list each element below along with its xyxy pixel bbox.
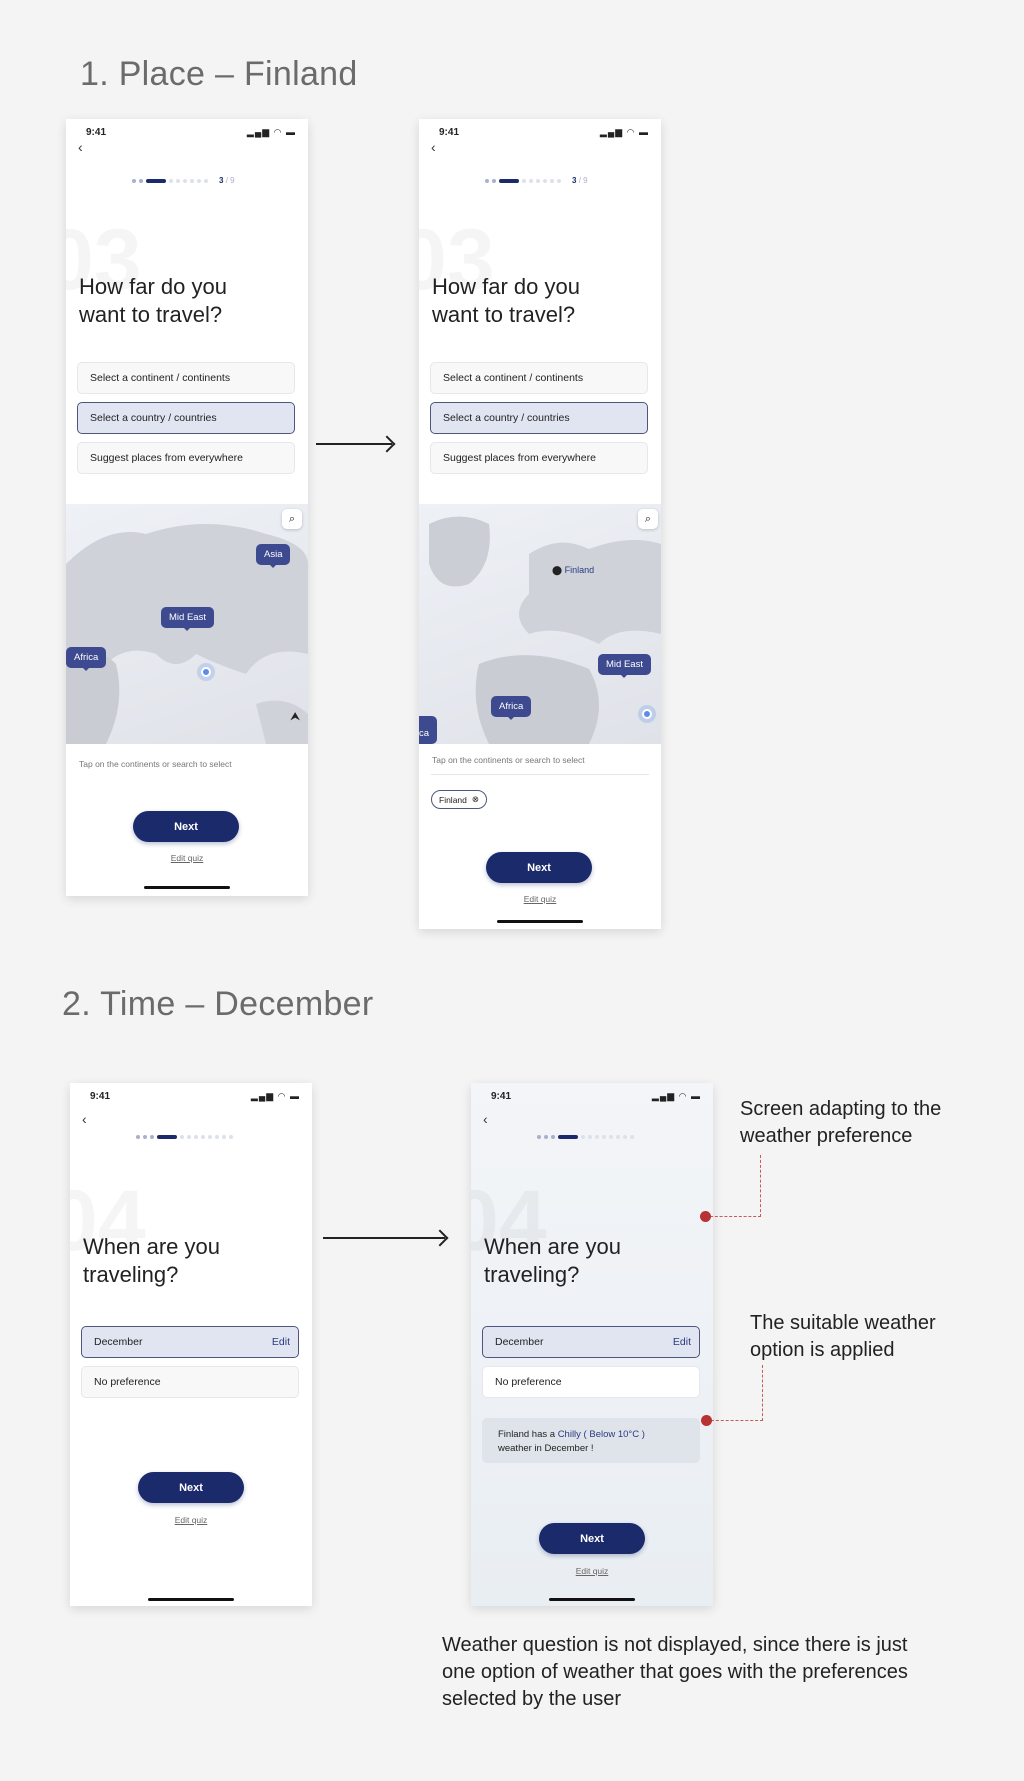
progress-indicator: 3 / 9	[485, 176, 588, 185]
progress-indicator: 3 / 9	[132, 176, 235, 185]
status-icons: ▂▄▆ ◠ ▬	[599, 127, 649, 137]
map-tag-mid-east[interactable]: Mid East	[598, 654, 651, 678]
annotation-weather-applied: The suitable weather option is applied	[750, 1312, 936, 1361]
world-map[interactable]: ⌕ Asia Mid East Africa ⮝	[66, 504, 308, 744]
map-tag-asia[interactable]: Asia	[256, 544, 291, 568]
next-button[interactable]: Next	[486, 852, 592, 883]
remove-icon[interactable]: ⊗	[472, 794, 479, 805]
question-title: When are you traveling?	[484, 1234, 621, 1287]
map-search-button[interactable]: ⌕	[282, 509, 302, 529]
annotation-connector	[711, 1420, 763, 1421]
next-button[interactable]: Next	[539, 1523, 645, 1554]
back-button[interactable]: ‹	[82, 1111, 87, 1127]
phone-place-before: 9:41 ▂▄▆ ◠ ▬ ‹ 3 / 9 03 How far do youwa…	[66, 119, 308, 896]
step-counter: 3 / 9	[572, 176, 588, 185]
annotation-marker	[700, 1211, 711, 1222]
current-location-icon	[201, 667, 211, 677]
option-december[interactable]: December Edit	[81, 1326, 299, 1358]
section-title-time: 2. Time – December	[62, 985, 374, 1023]
progress-indicator	[136, 1135, 233, 1139]
edit-quiz-link[interactable]: Edit quiz	[66, 853, 308, 863]
option-december[interactable]: December Edit	[482, 1326, 700, 1358]
map-search-button[interactable]: ⌕	[638, 509, 658, 529]
edit-quiz-link[interactable]: Edit quiz	[70, 1515, 312, 1525]
weather-info-box: Finland has a Chilly ( Below 10°C ) weath…	[482, 1418, 700, 1463]
map-tag-mid-east[interactable]: Mid East	[161, 607, 214, 631]
option-continent[interactable]: Select a continent / continents	[430, 362, 648, 394]
status-icons: ▂▄▆ ◠ ▬	[651, 1091, 701, 1101]
question-title: When are you traveling?	[83, 1234, 220, 1287]
option-everywhere[interactable]: Suggest places from everywhere	[77, 442, 295, 474]
divider	[431, 774, 649, 775]
home-indicator	[148, 1598, 234, 1601]
annotation-connector	[762, 1365, 763, 1421]
section-title-place: 1. Place – Finland	[80, 55, 358, 93]
map-pin-icon: ⬤	[552, 565, 563, 575]
map-tag-africa[interactable]: Africa	[491, 696, 532, 720]
current-location-icon	[642, 709, 652, 719]
option-no-preference[interactable]: No preference	[81, 1366, 299, 1398]
next-button[interactable]: Next	[138, 1472, 244, 1503]
option-country[interactable]: Select a country / countries	[430, 402, 648, 434]
phone-place-after: 9:41 ▂▄▆ ◠ ▬ ‹ 3 / 9 03 How far do youwa…	[419, 119, 661, 929]
world-map[interactable]: ⌕ ⬤ Finland Mid East Africa ca	[419, 504, 661, 744]
edit-month-button[interactable]: Edit	[673, 1336, 691, 1348]
back-button[interactable]: ‹	[483, 1111, 488, 1127]
status-time: 9:41	[86, 127, 107, 138]
phone-time-before: 9:41 ▂▄▆ ◠ ▬ ‹ 04 When are youtraveling?…	[70, 1083, 312, 1606]
status-time: 9:41	[491, 1091, 512, 1102]
annotation-bottom-note: Weather question is not displayed, since…	[442, 1634, 908, 1710]
question-title: How far do you want to travel?	[79, 274, 227, 327]
map-tag-partial[interactable]: ca	[419, 716, 438, 744]
edit-quiz-link[interactable]: Edit quiz	[419, 894, 661, 904]
step-counter: 3 / 9	[219, 176, 235, 185]
annotation-connector	[710, 1216, 761, 1217]
next-button[interactable]: Next	[133, 811, 239, 842]
search-icon: ⌕	[288, 512, 296, 525]
back-button[interactable]: ‹	[431, 139, 436, 155]
finland-pin[interactable]: ⬤ Finland	[552, 565, 594, 576]
search-icon: ⌕	[644, 512, 652, 525]
option-everywhere[interactable]: Suggest places from everywhere	[430, 442, 648, 474]
home-indicator	[497, 920, 583, 923]
annotation-connector	[760, 1155, 761, 1217]
map-hint: Tap on the continents or search to selec…	[432, 755, 585, 765]
status-icons: ▂▄▆ ◠ ▬	[250, 1091, 300, 1101]
map-hint: Tap on the continents or search to selec…	[79, 759, 232, 769]
home-indicator	[144, 886, 230, 889]
transition-arrow	[323, 1237, 445, 1239]
option-continent[interactable]: Select a continent / continents	[77, 362, 295, 394]
edit-quiz-link[interactable]: Edit quiz	[471, 1566, 713, 1576]
home-indicator	[549, 1598, 635, 1601]
status-time: 9:41	[90, 1091, 111, 1102]
progress-indicator	[537, 1135, 634, 1139]
map-tag-africa[interactable]: Africa	[66, 647, 107, 671]
phone-time-after: 9:41 ▂▄▆ ◠ ▬ ‹ 04 When are youtraveling?…	[471, 1083, 713, 1606]
annotation-screen-adapting: Screen adapting to the weather preference	[740, 1098, 942, 1147]
option-country[interactable]: Select a country / countries	[77, 402, 295, 434]
edit-month-button[interactable]: Edit	[272, 1336, 290, 1348]
status-time: 9:41	[439, 127, 460, 138]
transition-arrow	[316, 443, 392, 445]
question-title: How far do you want to travel?	[432, 274, 580, 327]
selected-chip-finland[interactable]: Finland ⊗	[431, 790, 488, 809]
back-button[interactable]: ‹	[78, 139, 83, 155]
annotation-marker	[701, 1415, 712, 1426]
status-icons: ▂▄▆ ◠ ▬	[246, 127, 296, 137]
option-no-preference[interactable]: No preference	[482, 1366, 700, 1398]
compass-icon: ⮝	[290, 709, 301, 723]
